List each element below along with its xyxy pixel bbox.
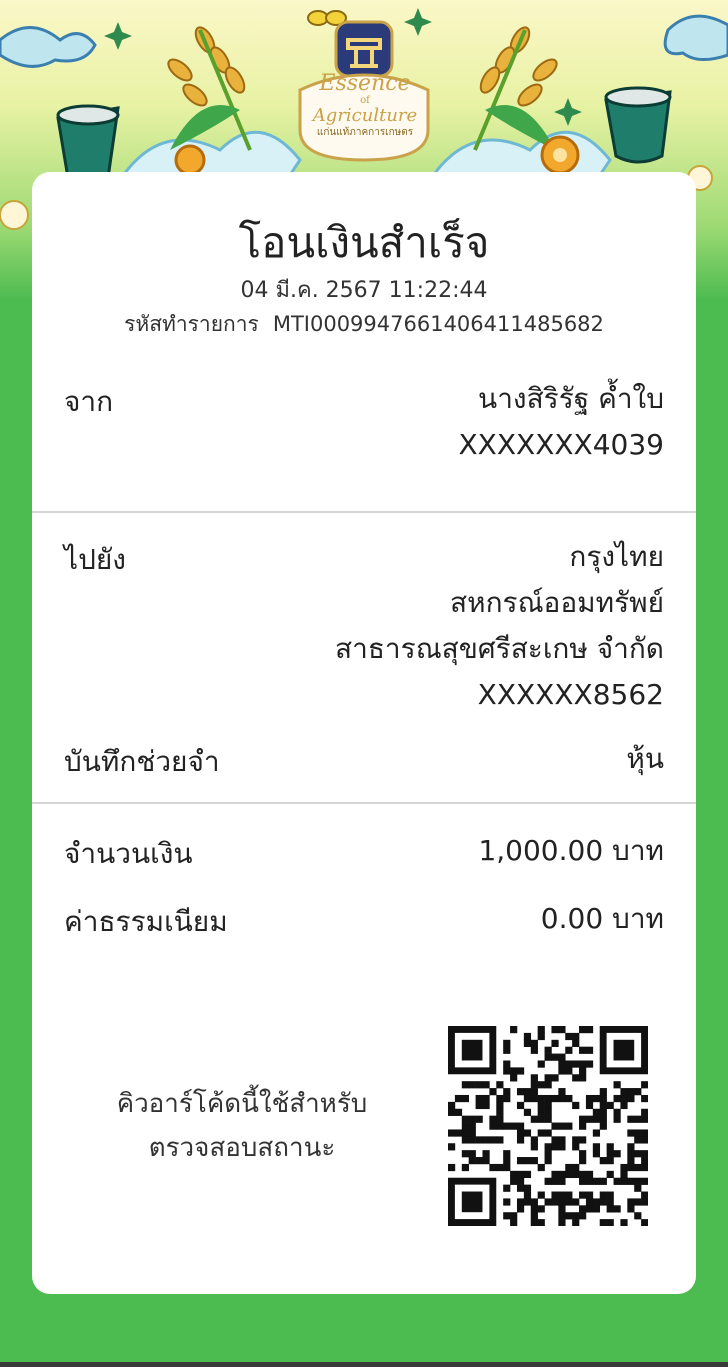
from-account: XXXXXXX4039	[458, 428, 664, 461]
wheat-left-icon	[167, 26, 252, 151]
to-name-line2: สาธารณสุขศรีสะเกษ จำกัด	[335, 632, 664, 665]
divider	[32, 511, 696, 513]
bank-emblem-icon	[334, 20, 394, 78]
divider	[32, 802, 696, 804]
from-label: จาก	[64, 385, 114, 418]
to-value: กรุงไทย สหกรณ์ออมทรัพย์ สาธารณสุขศรีสะเก…	[335, 534, 664, 718]
transaction-id-label: รหัสทำรายการ	[124, 312, 259, 336]
fee-label: ค่าธรรมเนียม	[64, 905, 228, 938]
from-value: นางสิริรัฐ ค้ำใบ XXXXXXX4039	[458, 376, 664, 468]
transaction-id-value: MTI000994766140641148568​2	[272, 312, 604, 336]
receipt-card: โอนเงินสำเร็จ 04 มี.ค. 2567 11:22:44 รหั…	[32, 172, 696, 1294]
qr-caption-line2: ตรวจสอบสถานะ	[148, 1133, 336, 1163]
to-bank: กรุงไทย	[569, 540, 664, 573]
wheat-right-icon	[473, 26, 558, 151]
logo-agriculture-text: Agriculture	[312, 105, 418, 126]
amount-label: จำนวนเงิน	[64, 837, 193, 870]
essence-logo: Essence of Agriculture แก่นแท้ภาคการเกษต…	[290, 72, 440, 152]
teacup-right-icon	[604, 86, 672, 164]
from-name: นางสิริรัฐ ค้ำใบ	[478, 382, 664, 415]
qr-caption: คิวอาร์โค้ดนี้ใช้สำหรับ ตรวจสอบสถานะ	[72, 1082, 412, 1170]
memo-label: บันทึกช่วยจำ	[64, 745, 220, 778]
qr-caption-line1: คิวอาร์โค้ดนี้ใช้สำหรับ	[116, 1089, 368, 1119]
to-name-line1: สหกรณ์ออมทรัพย์	[450, 586, 664, 619]
memo-value: หุ้น	[626, 742, 664, 775]
qr-code[interactable]	[448, 1026, 648, 1226]
page-title: โอนเงินสำเร็จ	[238, 218, 490, 267]
transaction-id-row: รหัสทำรายการ MTI000994766140641148568​2	[32, 308, 696, 341]
cloud-right-icon	[663, 14, 728, 61]
to-label: ไปยัง	[64, 543, 126, 576]
bottom-edge	[0, 1362, 728, 1367]
transaction-datetime: 04 มี.ค. 2567 11:22:44	[240, 278, 488, 303]
cloud-left-icon	[0, 26, 97, 68]
amount-value: 1,000.00 บาท	[478, 834, 664, 867]
logo-essence-text: Essence	[319, 71, 411, 96]
to-account: XXXXXX8562	[477, 678, 664, 711]
fee-value: 0.00 บาท	[540, 902, 664, 935]
logo-sub-text: แก่นแท้ภาคการเกษตร	[316, 127, 414, 138]
